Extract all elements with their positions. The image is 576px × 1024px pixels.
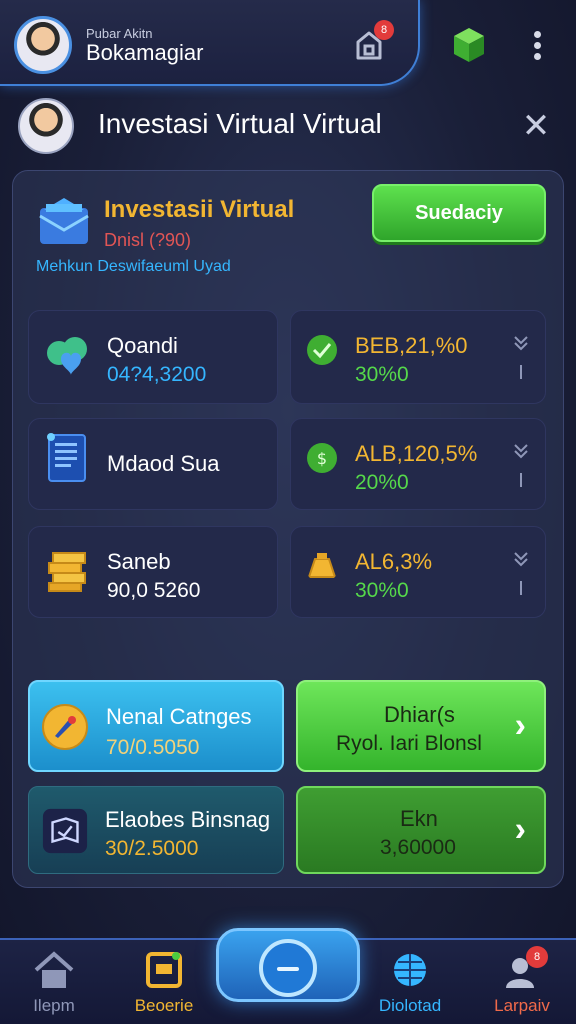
globe-icon — [394, 954, 426, 986]
green-cube-icon[interactable] — [452, 26, 486, 64]
mail-box-icon — [39, 198, 89, 244]
asset-name: Mdaod Sua — [107, 451, 220, 476]
nav-item-profile[interactable]: 8 Larpaiv — [472, 944, 572, 1022]
green-check-coin-icon — [307, 335, 337, 365]
chevron-right-icon: › — [514, 810, 526, 849]
action-title: Dhiar(s — [384, 702, 455, 727]
notification-badge: 8 — [374, 20, 394, 40]
bonus-button[interactable]: Elaobes Binsnag 30/2.5000 — [28, 786, 284, 874]
asset-name: Saneb — [107, 549, 171, 574]
rate-name: ALB,120,5% — [355, 441, 478, 466]
profile-avatar — [18, 98, 74, 154]
rate-value: 30%0 — [355, 363, 409, 386]
action-value: 30/2.5000 — [105, 837, 199, 860]
center-action-button[interactable] — [216, 928, 360, 1002]
home-icon — [34, 951, 74, 988]
rate-name: BEB,21,%0 — [355, 333, 468, 358]
rate-card[interactable]: AL6,3% 30%0 — [290, 526, 546, 618]
hero-action-button[interactable]: Suedaciy — [372, 184, 546, 242]
notification-button[interactable]: 8 — [352, 20, 394, 62]
rate-name: AL6,3% — [355, 549, 433, 574]
green-money-coin-icon: $ — [307, 443, 337, 473]
sort-indicator-icon — [514, 552, 528, 595]
more-vert-icon[interactable] — [530, 28, 544, 64]
rate-card[interactable]: BEB,21,%0 30%0 — [290, 310, 546, 404]
asset-value: 90,0 5260 — [107, 579, 201, 602]
hero-title: Investasii Virtual — [104, 196, 295, 223]
nav-label: Ilepm — [33, 996, 75, 1015]
action-value: 70/0.5050 — [106, 736, 200, 759]
username-small: Pubar Akitn — [86, 26, 153, 41]
asset-card[interactable]: Qoandi 04?4,3200 — [28, 310, 278, 404]
profile-badge: 8 — [526, 946, 548, 968]
action-title: Elaobes Binsnag — [105, 807, 271, 832]
sort-indicator-icon — [514, 336, 528, 379]
page-title: Investasi Virtual Virtual — [98, 108, 382, 139]
nav-item-home[interactable]: Ilepm — [4, 944, 104, 1022]
nav-item-globe[interactable]: Diolotad — [360, 944, 460, 1022]
gold-bag-icon — [307, 553, 337, 578]
action-title: Nenal Catnges — [106, 704, 252, 729]
asset-card[interactable]: Saneb 90,0 5260 — [28, 526, 278, 618]
close-icon: ✕ — [521, 107, 551, 145]
asset-value: 04?4,3200 — [107, 363, 207, 386]
sort-indicator-icon — [514, 444, 528, 487]
nav-label: Larpaiv — [494, 996, 550, 1015]
categories-button[interactable]: Nenal Catnges 70/0.5050 — [28, 680, 284, 772]
action-title: Ekn — [400, 806, 438, 831]
asset-card[interactable]: Mdaod Sua — [28, 418, 278, 510]
nav-item-wallet[interactable]: Beoerie — [114, 944, 214, 1022]
asset-name: Qoandi — [107, 333, 178, 358]
wallet-icon — [146, 952, 182, 988]
minus-circle-icon — [259, 939, 317, 997]
action-value: Ryol. Iari Blonsl — [336, 732, 482, 755]
book-icon — [42, 808, 88, 854]
svg-text:$: $ — [317, 449, 327, 468]
hero-description: Mehkun Deswifaeuml Uyad — [36, 258, 231, 275]
action-value: 3,60000 — [380, 836, 456, 859]
rate-value: 30%0 — [355, 579, 409, 602]
hero-subtitle: Dnisl (?90) — [104, 230, 192, 250]
username: Bokamagiar — [86, 40, 204, 65]
user-avatar[interactable] — [14, 16, 72, 74]
primary-action-button[interactable]: Dhiar(s Ryol. Iari Blonsl › — [296, 680, 546, 772]
rate-card[interactable]: $ ALB,120,5% 20%0 — [290, 418, 546, 510]
rocket-coin-icon — [42, 704, 88, 750]
gold-bars-icon — [48, 552, 86, 592]
secondary-action-button[interactable]: Ekn 3,60000 › — [296, 786, 546, 874]
close-button[interactable]: ✕ — [520, 107, 552, 145]
nav-label: Beoerie — [134, 996, 194, 1015]
document-icon — [47, 433, 86, 482]
chevron-right-icon: › — [514, 706, 526, 745]
cloud-heart-icon — [47, 337, 87, 375]
rate-value: 20%0 — [355, 471, 409, 494]
nav-label: Diolotad — [378, 996, 442, 1015]
